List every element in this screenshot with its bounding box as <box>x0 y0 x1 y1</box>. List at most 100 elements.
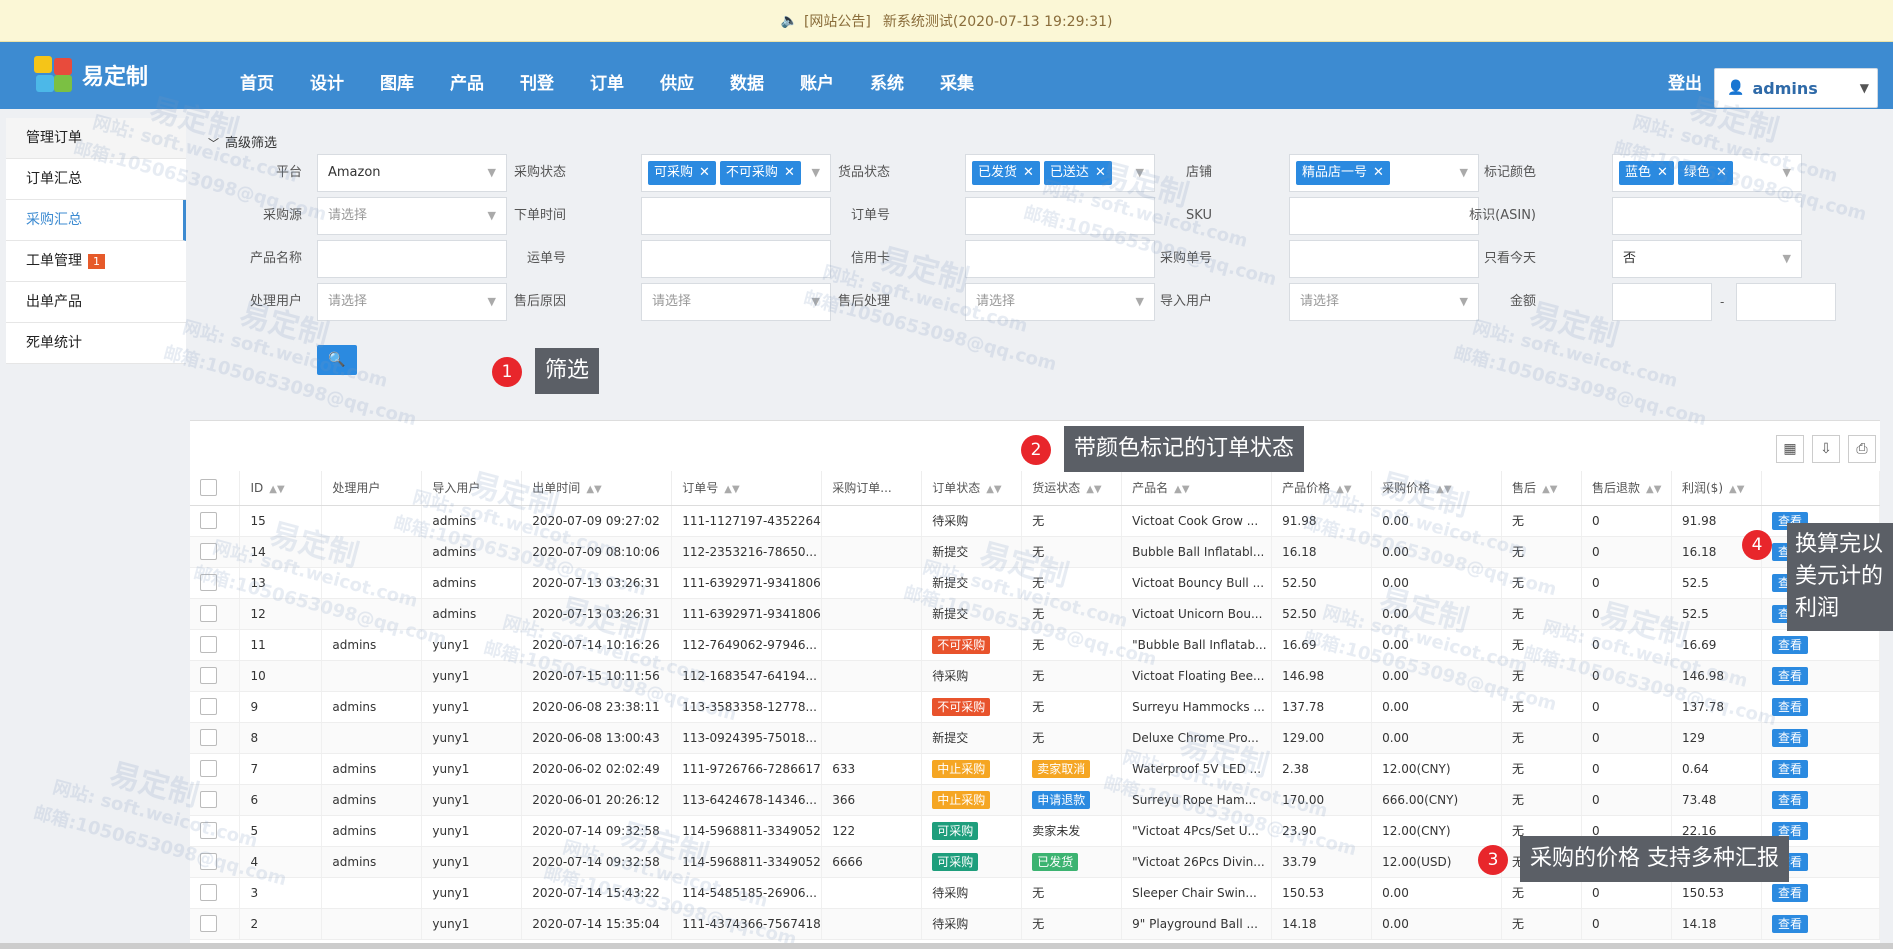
tag-chip[interactable]: 已发货 ✕ <box>972 161 1040 185</box>
columns-icon[interactable]: ▦ <box>1776 435 1804 463</box>
row-checkbox[interactable] <box>200 915 217 932</box>
table-row[interactable]: 6 admins yuny1 2020-06-01 20:26:12 113-64246… <box>190 784 1881 816</box>
sidebar-item-ticket-manage[interactable]: 工单管理 1 <box>6 241 186 282</box>
logout-link[interactable]: 登出 <box>1668 42 1702 109</box>
tag-chip[interactable]: 不可采购 ✕ <box>719 161 801 185</box>
amount-max-input[interactable] <box>1736 283 1836 321</box>
sidebar-item-manage-orders[interactable]: 管理订单 <box>6 118 186 159</box>
nav-item-home[interactable]: 首页 <box>222 42 292 109</box>
horizontal-scrollbar[interactable] <box>0 943 1893 949</box>
sort-icon[interactable]: ▲▼ <box>1436 484 1451 495</box>
column-header[interactable]: 出单时间 ▲▼ <box>521 471 673 506</box>
asin-input[interactable] <box>1612 197 1802 235</box>
print-icon[interactable]: ⎙ <box>1848 435 1876 463</box>
sidebar-item-order-summary[interactable]: 订单汇总 <box>6 159 186 200</box>
remove-icon[interactable]: ✕ <box>784 165 795 180</box>
search-button[interactable]: 🔍 <box>317 345 357 375</box>
sort-icon[interactable]: ▲▼ <box>986 484 1001 495</box>
nav-item-products[interactable]: 产品 <box>432 42 502 109</box>
row-checkbox[interactable] <box>200 605 217 622</box>
table-row[interactable]: 8 yuny1 2020-06-08 13:00:43 113-0924395-750… <box>190 722 1881 754</box>
sort-icon[interactable]: ▲▼ <box>1646 484 1661 495</box>
table-row[interactable]: 10 yuny1 2020-07-15 10:11:56 112-1683547-64… <box>190 660 1881 692</box>
row-checkbox[interactable] <box>200 884 217 901</box>
view-button[interactable]: 查看 <box>1771 790 1808 809</box>
column-header[interactable]: 利润($) ▲▼ <box>1671 471 1762 506</box>
row-checkbox[interactable] <box>200 822 217 839</box>
view-button[interactable]: 查看 <box>1771 759 1808 778</box>
row-checkbox[interactable] <box>200 729 217 746</box>
row-checkbox[interactable] <box>200 636 217 653</box>
mark-color-select[interactable]: 蓝色 ✕ 绿色 ✕ ▼ <box>1612 154 1802 192</box>
table-row[interactable]: 7 admins yuny1 2020-06-02 02:02:49 111-97267… <box>190 753 1881 785</box>
sidebar-item-sold-products[interactable]: 出单产品 <box>6 282 186 323</box>
nav-item-account[interactable]: 账户 <box>782 42 852 109</box>
row-checkbox[interactable] <box>200 512 217 529</box>
today-only-select[interactable]: 否 ▼ <box>1612 240 1802 278</box>
view-button[interactable]: 查看 <box>1771 635 1808 654</box>
column-header[interactable]: 产品价格 ▲▼ <box>1271 471 1373 506</box>
column-header[interactable]: 售后 ▲▼ <box>1501 471 1583 506</box>
table-row[interactable]: 9 admins yuny1 2020-06-08 23:38:11 113-35833… <box>190 691 1881 723</box>
tag-chip[interactable]: 蓝色 ✕ <box>1619 161 1674 185</box>
row-checkbox[interactable] <box>200 853 217 870</box>
table-row[interactable]: 14 admins 2020-07-09 08:10:06 112-2353216-7… <box>190 536 1881 568</box>
sort-icon[interactable]: ▲▼ <box>724 484 739 495</box>
tag-chip[interactable]: 绿色 ✕ <box>1677 161 1733 185</box>
remove-icon[interactable]: ✕ <box>1657 165 1668 180</box>
nav-item-collect[interactable]: 采集 <box>922 42 992 109</box>
table-row[interactable]: 13 admins 2020-07-13 03:26:31 111-6392971-9… <box>190 567 1881 599</box>
tag-chip[interactable]: 已送达 ✕ <box>1043 161 1112 185</box>
nav-item-system[interactable]: 系统 <box>852 42 922 109</box>
row-checkbox[interactable] <box>200 574 217 591</box>
remove-icon[interactable]: ✕ <box>1373 165 1384 180</box>
row-checkbox[interactable] <box>200 698 217 715</box>
amount-min-input[interactable] <box>1612 283 1712 321</box>
nav-item-listing[interactable]: 刊登 <box>502 42 572 109</box>
nav-item-supply[interactable]: 供应 <box>642 42 712 109</box>
row-checkbox[interactable] <box>200 791 217 808</box>
view-button[interactable]: 查看 <box>1771 883 1808 902</box>
nav-item-orders[interactable]: 订单 <box>572 42 642 109</box>
column-header[interactable]: 采购价格 ▲▼ <box>1371 471 1503 506</box>
column-header[interactable]: 售后退款 ▲▼ <box>1581 471 1672 506</box>
remove-icon[interactable]: ✕ <box>699 165 710 180</box>
row-checkbox[interactable] <box>200 667 217 684</box>
sort-icon[interactable]: ▲▼ <box>1729 484 1744 495</box>
column-header[interactable]: 订单状态 ▲▼ <box>921 471 1023 506</box>
sort-icon[interactable]: ▲▼ <box>1174 484 1189 495</box>
sort-icon[interactable]: ▲▼ <box>1336 484 1351 495</box>
nav-item-gallery[interactable]: 图库 <box>362 42 432 109</box>
remove-icon[interactable]: ✕ <box>1095 165 1106 180</box>
sort-icon[interactable]: ▲▼ <box>269 484 284 495</box>
view-button[interactable]: 查看 <box>1771 728 1808 747</box>
row-checkbox[interactable] <box>200 760 217 777</box>
tag-chip[interactable]: 精品店一号 ✕ <box>1296 161 1390 185</box>
view-button[interactable]: 查看 <box>1771 914 1808 933</box>
select-all-header[interactable] <box>190 471 241 506</box>
column-header[interactable]: ID ▲▼ <box>239 471 323 506</box>
sort-icon[interactable]: ▲▼ <box>586 484 601 495</box>
user-dropdown[interactable]: 👤 admins ▼ <box>1714 68 1878 108</box>
column-header[interactable]: 货运状态 ▲▼ <box>1021 471 1123 506</box>
row-checkbox[interactable] <box>200 543 217 560</box>
table-row[interactable]: 15 admins 2020-07-09 09:27:02 111-1127197-4… <box>190 505 1881 537</box>
select-all-checkbox[interactable] <box>200 479 217 497</box>
tag-chip[interactable]: 可采购 ✕ <box>648 161 716 185</box>
sidebar-item-purchase-summary[interactable]: 采购汇总 <box>6 200 186 241</box>
remove-icon[interactable]: ✕ <box>1023 165 1034 180</box>
table-row[interactable]: 2 yuny1 2020-07-14 15:35:04 111-4374366-756… <box>190 908 1881 940</box>
export-icon[interactable]: ⇩ <box>1812 435 1840 463</box>
filter-toggle[interactable]: ﹀ 高级筛选 <box>208 132 277 151</box>
brand-logo[interactable]: 易定制 <box>34 56 148 94</box>
table-row[interactable]: 11 admins yuny1 2020-07-14 10:16:26 112-7649… <box>190 629 1881 661</box>
nav-item-data[interactable]: 数据 <box>712 42 782 109</box>
column-header[interactable]: 产品名 ▲▼ <box>1121 471 1273 506</box>
column-header[interactable]: 订单号 ▲▼ <box>671 471 823 506</box>
table-row[interactable]: 12 admins 2020-07-13 03:26:31 111-6392971-9… <box>190 598 1881 630</box>
sort-icon[interactable]: ▲▼ <box>1086 484 1101 495</box>
nav-item-design[interactable]: 设计 <box>292 42 362 109</box>
remove-icon[interactable]: ✕ <box>1716 165 1727 180</box>
sort-icon[interactable]: ▲▼ <box>1542 484 1557 495</box>
view-button[interactable]: 查看 <box>1771 697 1808 716</box>
